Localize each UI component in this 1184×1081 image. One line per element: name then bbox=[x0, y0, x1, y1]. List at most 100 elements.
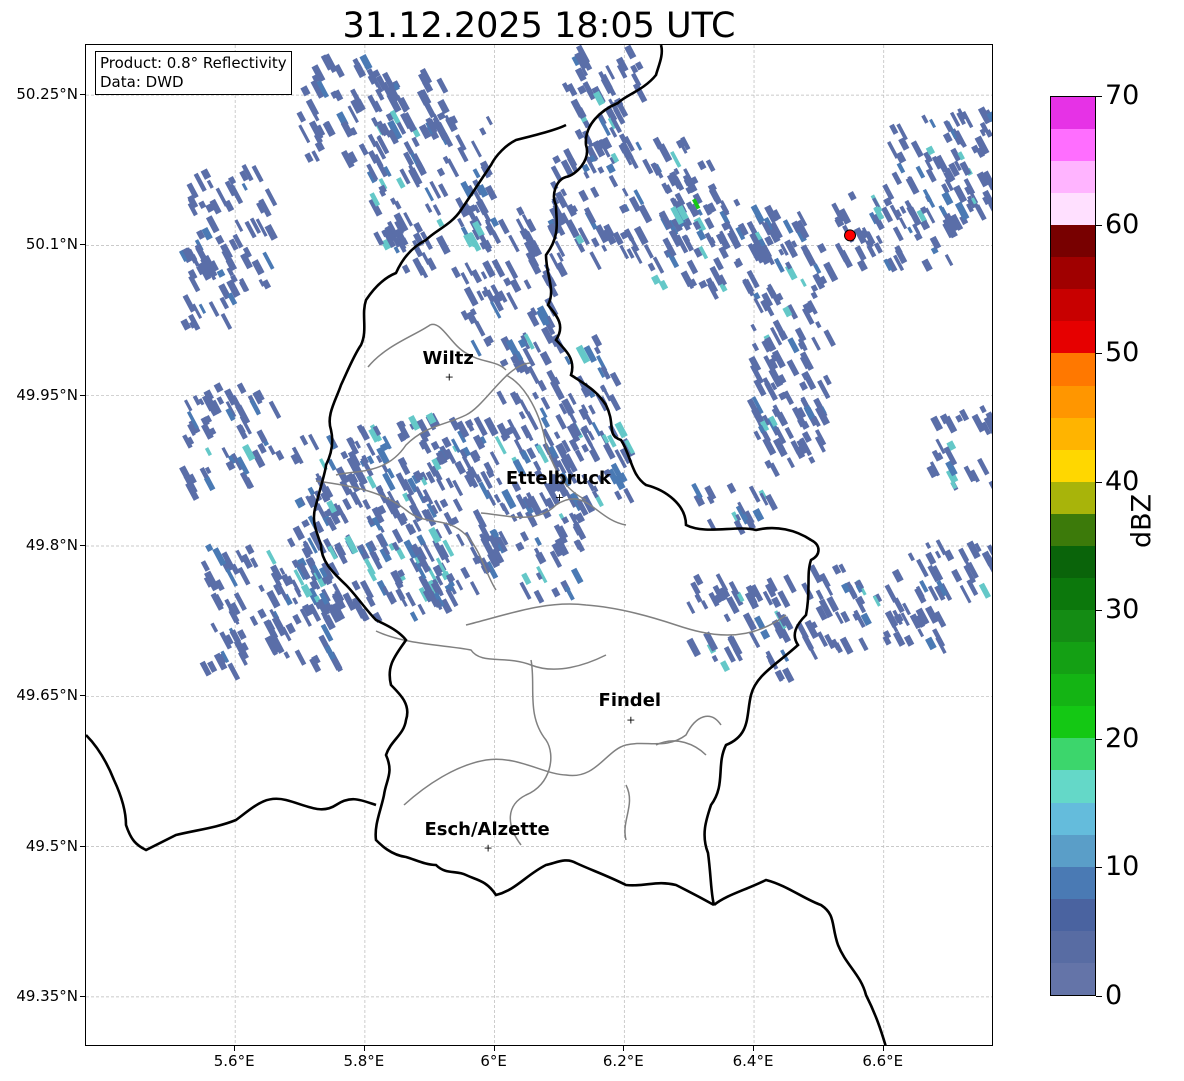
echo-cell bbox=[200, 168, 212, 180]
echo-cell bbox=[460, 566, 471, 580]
city-marker-icon: + bbox=[626, 713, 635, 726]
echo-cell bbox=[519, 581, 532, 600]
echo-cell bbox=[593, 346, 601, 355]
radar-map[interactable]: + + + + bbox=[85, 44, 993, 1046]
echo-cell bbox=[417, 603, 426, 616]
echo-cell bbox=[411, 136, 420, 148]
echo-cell bbox=[588, 404, 596, 415]
echo-cell bbox=[430, 440, 440, 451]
echo-cell bbox=[574, 449, 585, 463]
lat-tick bbox=[80, 394, 85, 396]
colorbar-tick bbox=[1096, 481, 1102, 483]
colorbar-segment bbox=[1051, 962, 1095, 995]
echo-cell bbox=[977, 457, 990, 476]
echo-cell bbox=[590, 186, 600, 198]
colorbar-segment bbox=[1051, 866, 1095, 899]
echo-cell bbox=[608, 393, 621, 412]
lon-tick bbox=[623, 1046, 625, 1051]
echo-cell bbox=[697, 160, 707, 171]
echo-cell bbox=[283, 651, 291, 659]
echo-cell bbox=[696, 229, 707, 241]
city-label: Findel bbox=[598, 690, 662, 712]
echo-cell bbox=[750, 323, 757, 332]
echo-cell bbox=[342, 498, 352, 511]
echo-cell bbox=[633, 225, 649, 246]
canton-borders bbox=[315, 323, 787, 846]
colorbar-segment bbox=[1051, 321, 1095, 354]
echo-cell bbox=[204, 447, 212, 457]
echo-cell bbox=[568, 412, 577, 424]
echo-cell bbox=[340, 450, 349, 460]
echo-cell bbox=[808, 564, 823, 584]
colorbar-tick-label: 0 bbox=[1105, 980, 1123, 1011]
lon-tick-label: 6.2°E bbox=[602, 1052, 644, 1070]
echo-cell bbox=[574, 128, 585, 140]
echo-cell bbox=[891, 171, 903, 186]
echo-cell bbox=[907, 226, 913, 234]
echo-cell bbox=[618, 203, 629, 214]
colorbar-tick-label: 40 bbox=[1105, 465, 1140, 497]
echo-cell bbox=[898, 217, 908, 230]
colorbar-tick bbox=[1096, 867, 1102, 869]
colorbar-segment bbox=[1051, 385, 1095, 418]
echo-cell bbox=[873, 242, 883, 254]
echo-cell bbox=[435, 235, 451, 255]
echo-cell bbox=[552, 155, 561, 164]
echo-cell bbox=[782, 667, 795, 684]
echo-cell bbox=[553, 431, 561, 440]
echo-cell bbox=[227, 662, 241, 681]
echo-cell bbox=[241, 182, 248, 191]
echo-cell bbox=[723, 613, 731, 623]
lat-tick bbox=[80, 845, 85, 847]
lat-tick bbox=[80, 244, 85, 246]
echo-cell bbox=[694, 593, 703, 603]
colorbar-tick-label: 10 bbox=[1105, 851, 1140, 883]
map-canvas[interactable]: + + + + bbox=[86, 45, 993, 1046]
echo-cell bbox=[460, 271, 470, 285]
colorbar-segment bbox=[1051, 930, 1095, 963]
echo-cell bbox=[907, 552, 915, 562]
echo-cell bbox=[942, 132, 953, 144]
echo-cell bbox=[457, 217, 465, 228]
echo-cell bbox=[857, 259, 868, 272]
lon-tick-label: 5.8°E bbox=[343, 1052, 385, 1070]
echo-cell bbox=[711, 654, 719, 663]
echo-cell bbox=[570, 98, 586, 118]
echo-cell bbox=[601, 244, 608, 252]
echo-cell bbox=[748, 485, 761, 503]
echo-cell bbox=[953, 184, 968, 204]
echo-cell bbox=[609, 371, 622, 387]
echo-cell bbox=[258, 584, 265, 593]
echo-cell bbox=[705, 277, 717, 291]
echo-cell bbox=[979, 405, 987, 414]
colorbar-segment bbox=[1051, 545, 1095, 578]
echo-cell bbox=[198, 303, 207, 314]
radar-site-marker[interactable] bbox=[844, 229, 857, 242]
echo-cell bbox=[299, 434, 309, 446]
colorbar-segment bbox=[1051, 834, 1095, 867]
echo-cell bbox=[822, 374, 832, 386]
echo-cell bbox=[537, 379, 547, 392]
echo-cell bbox=[951, 568, 963, 583]
echo-cell bbox=[762, 437, 777, 456]
colorbar-segment bbox=[1051, 513, 1095, 546]
echo-cell bbox=[527, 365, 540, 385]
echo-cell bbox=[921, 258, 933, 272]
colorbar-tick-label: 30 bbox=[1105, 594, 1140, 626]
echo-cell bbox=[591, 421, 602, 437]
colorbar-tick-label: 60 bbox=[1105, 208, 1140, 240]
product-info-box: Product: 0.8° Reflectivity Data: DWD bbox=[95, 51, 292, 95]
echo-cell bbox=[424, 203, 433, 214]
echo-cell bbox=[206, 179, 214, 189]
echo-cell bbox=[922, 188, 936, 208]
echo-cell bbox=[340, 513, 349, 524]
echo-cell bbox=[800, 278, 807, 288]
echo-cell bbox=[782, 219, 794, 234]
echo-cell bbox=[783, 574, 797, 594]
echo-cell bbox=[200, 560, 210, 572]
echo-cell bbox=[733, 198, 741, 207]
echo-cell bbox=[359, 579, 374, 600]
echo-cell bbox=[496, 390, 507, 405]
echo-cell bbox=[205, 543, 214, 553]
echo-cell bbox=[742, 612, 757, 632]
